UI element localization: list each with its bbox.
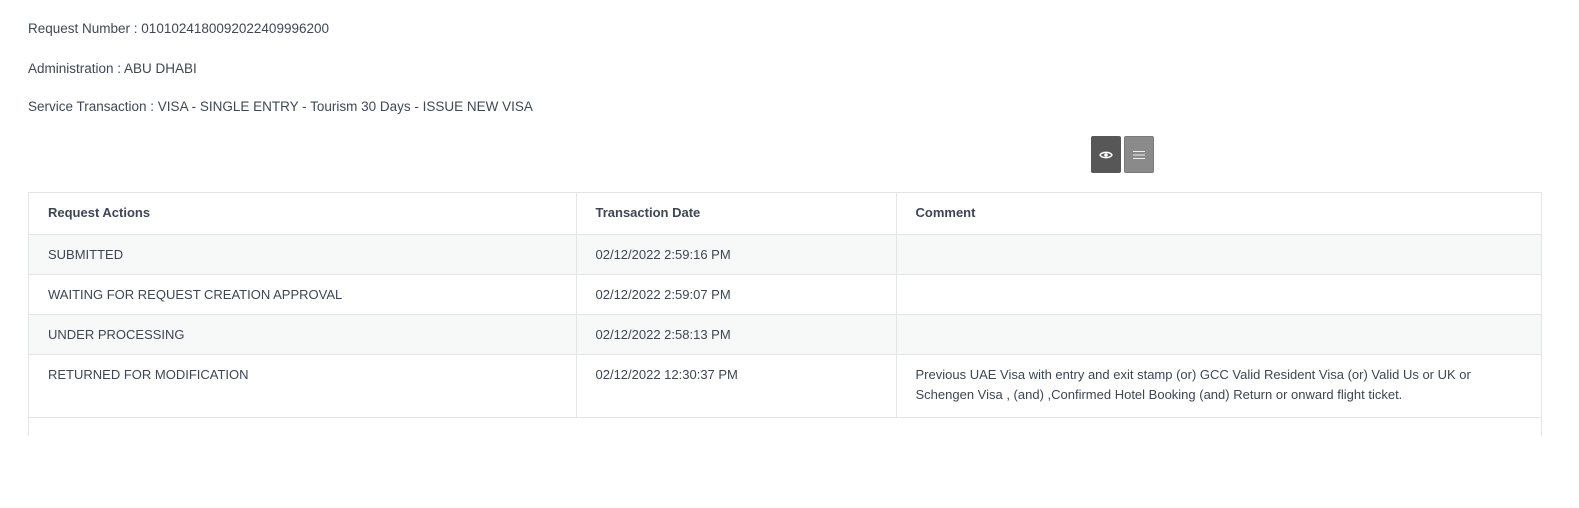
header-transaction-date: Transaction Date [576, 193, 897, 234]
cell-comment [896, 234, 1541, 274]
administration: Administration : ABU DHABI [28, 61, 197, 76]
cell-comment: Previous UAE Visa with entry and exit st… [915, 366, 1471, 402]
cell-action: UNDER PROCESSING [29, 314, 577, 354]
cell-date: 02/12/2022 2:59:07 PM [576, 274, 897, 314]
request-number: Request Number : 01010241800920224099962… [28, 21, 330, 36]
cell-date: 02/12/2022 2:59:16 PM [576, 234, 897, 274]
list-button[interactable] [1124, 136, 1154, 173]
cell-comment [896, 314, 1541, 354]
table-row: SUBMITTED 02/12/2022 2:59:16 PM [29, 234, 1541, 274]
cell-date: 02/12/2022 12:30:37 PM [576, 354, 897, 417]
header-request-actions: Request Actions [29, 193, 577, 234]
cell-comment [896, 274, 1541, 314]
table-row: WAITING FOR REQUEST CREATION APPROVAL 02… [29, 274, 1541, 314]
service-transaction: Service Transaction : VISA - SINGLE ENTR… [28, 99, 533, 114]
view-button[interactable] [1091, 136, 1121, 173]
table-footer-cell [29, 417, 1541, 437]
cell-action: RETURNED FOR MODIFICATION [29, 354, 577, 417]
table-header-row: Request Actions Transaction Date Comment [29, 193, 1541, 234]
eye-icon [1099, 151, 1113, 158]
header-comment: Comment [915, 205, 976, 220]
table-footer-row [29, 417, 1541, 437]
list-icon [1133, 150, 1145, 159]
request-actions-table: Request Actions Transaction Date Comment… [28, 192, 1542, 437]
table-row: UNDER PROCESSING 02/12/2022 2:58:13 PM [29, 314, 1541, 354]
cell-date: 02/12/2022 2:58:13 PM [576, 314, 897, 354]
cell-action: SUBMITTED [29, 234, 577, 274]
table-row: RETURNED FOR MODIFICATION 02/12/2022 12:… [29, 354, 1541, 417]
cell-action: WAITING FOR REQUEST CREATION APPROVAL [29, 274, 577, 314]
